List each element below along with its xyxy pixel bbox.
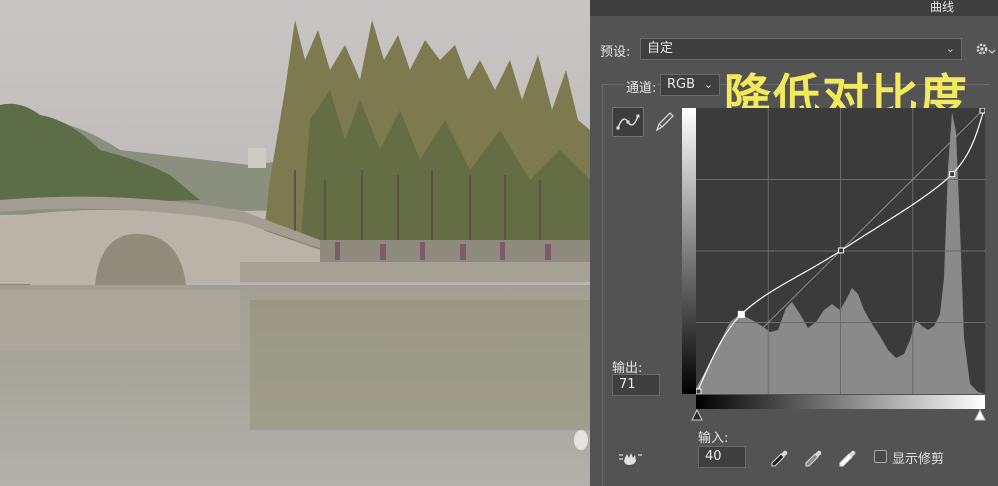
preset-label: 预设: [600,45,631,60]
white-point-slider[interactable] [973,408,987,422]
input-gradient-bar [696,395,985,409]
gray-eyedropper-icon[interactable] [802,447,824,469]
pencil-tool-button[interactable] [650,108,678,136]
pencil-icon [655,112,674,132]
input-label: 输入: [698,431,729,446]
white-eyedropper-icon[interactable] [836,447,858,469]
curve-graph[interactable] [695,107,986,395]
gear-icon[interactable] [974,40,996,58]
curve-point-tool-icon [616,114,640,130]
curve-control-point[interactable] [949,171,956,178]
preset-value: 自定 [647,41,674,56]
output-field[interactable]: 71 [612,374,660,396]
curve-control-point[interactable] [695,388,702,395]
curve-control-point[interactable] [737,310,745,318]
curve-control-point[interactable] [979,107,986,114]
channel-value: RGB [667,77,696,92]
curve-point-tool-button[interactable] [612,107,644,137]
show-clipping-label: 显示修剪 [892,452,945,467]
target-adjust-hand-icon[interactable] [618,446,644,468]
chevron-down-icon: ⌄ [945,42,955,55]
show-clipping-checkbox[interactable] [874,450,887,463]
dialog-titlebar: 曲线 [590,0,998,16]
input-field[interactable]: 40 [698,446,746,468]
black-point-slider[interactable] [690,408,704,422]
black-eyedropper-icon[interactable] [768,447,790,469]
photo-canvas [0,0,590,486]
channel-label: 通道: [624,77,659,96]
channel-dropdown[interactable]: RGB ⌄ [660,74,720,96]
chevron-down-icon: ⌄ [703,78,713,91]
output-gradient-bar [682,108,696,394]
curve-control-point[interactable] [838,247,845,254]
dialog-title: 曲线 [929,0,954,14]
curves-dialog: 曲线 预设: 自定 ⌄ 通道: RGB ⌄ 降低对比度 输出: 71 输入: 4… [590,0,998,486]
preset-dropdown[interactable]: 自定 ⌄ [640,38,962,60]
